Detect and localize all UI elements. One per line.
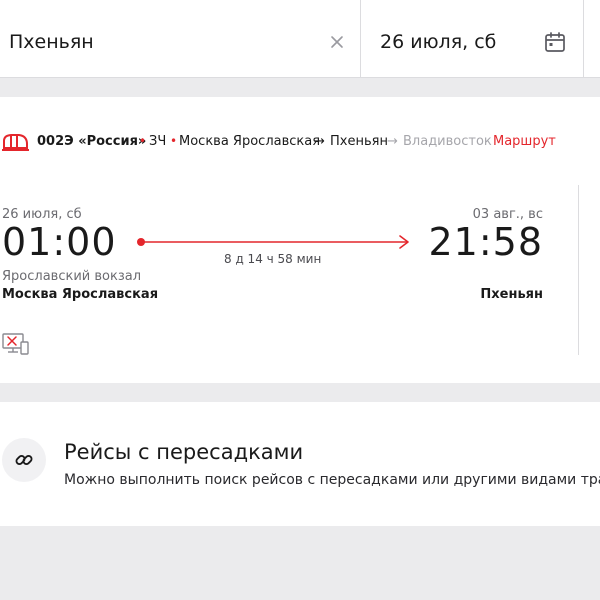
train-card[interactable]: 002Э «Россия» • ЗЧ • Москва Ярославская …	[0, 97, 600, 383]
transfers-description: Можно выполнить поиск рейсов с пересадка…	[64, 472, 600, 488]
route-final: Владивосток	[403, 134, 492, 149]
link-icon	[15, 455, 33, 465]
transfers-card[interactable]: Рейсы с пересадками Можно выполнить поис…	[0, 402, 600, 526]
route-from: Москва Ярославская	[179, 134, 321, 149]
separator-dot: •	[170, 134, 178, 148]
destination-field[interactable]: Пхеньян	[0, 0, 360, 77]
departure-terminal: Ярославский вокзал	[2, 269, 142, 284]
trip-duration: 8 д 14 ч 58 мин	[224, 252, 322, 266]
route-to: Пхеньян	[330, 134, 388, 149]
arrival-station: Пхеньян	[480, 287, 543, 302]
train-logo-icon	[2, 134, 29, 151]
calendar-icon[interactable]	[544, 31, 566, 53]
route-link[interactable]: Маршрут	[493, 134, 556, 149]
route-arrow: →	[314, 134, 325, 149]
arrival-time: 21:58	[428, 220, 543, 264]
date-value: 26 июля, сб	[380, 31, 497, 53]
transfers-title: Рейсы с пересадками	[64, 440, 304, 464]
date-field[interactable]: 26 июля, сб	[361, 0, 583, 77]
route-arrow: →	[387, 134, 398, 149]
transfers-icon-circle	[2, 438, 46, 482]
destination-value: Пхеньян	[9, 31, 94, 53]
separator-dot: •	[139, 134, 147, 148]
close-icon[interactable]	[328, 33, 346, 51]
no-eticket-icon	[2, 333, 29, 355]
route-line	[137, 235, 409, 249]
departure-time: 01:00	[2, 220, 117, 264]
departure-station: Москва Ярославская	[2, 287, 159, 302]
search-bar: Пхеньян 26 июля, сб	[0, 0, 600, 78]
train-number: 002Э «Россия»	[37, 134, 147, 149]
train-header: 002Э «Россия» • ЗЧ • Москва Ярославская …	[0, 132, 600, 152]
card-divider	[578, 185, 579, 355]
car-class: ЗЧ	[149, 134, 167, 149]
field-divider	[583, 0, 584, 77]
